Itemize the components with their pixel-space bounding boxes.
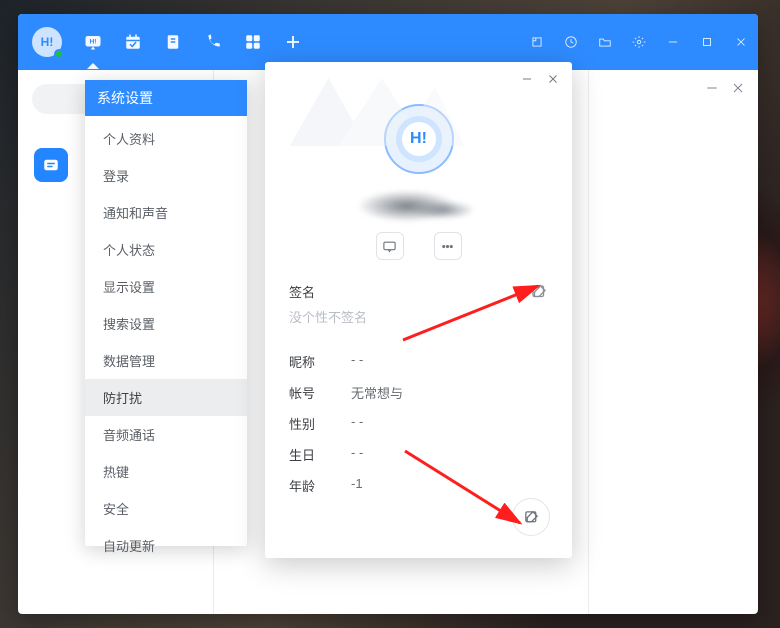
min-icon[interactable]: [666, 35, 680, 49]
field-key: 性别: [289, 414, 351, 433]
settings-item-1[interactable]: 登录: [85, 157, 247, 194]
apps-icon[interactable]: [244, 33, 262, 51]
avatar-logo: H!: [402, 122, 436, 156]
profile-modal: H! 签名 没个性不签名 昵称- -帐号无常想与性别- -生日- -年龄-1: [265, 62, 572, 558]
field-value: - -: [351, 445, 363, 464]
settings-item-9[interactable]: 热键: [85, 453, 247, 490]
profile-field-1: 帐号无常想与: [289, 383, 548, 402]
profile-name-blurred: [359, 186, 479, 226]
plus-icon[interactable]: [284, 33, 302, 51]
settings-item-11[interactable]: 自动更新: [85, 527, 247, 564]
settings-item-6[interactable]: 数据管理: [85, 342, 247, 379]
svg-text:H!: H!: [89, 39, 96, 46]
settings-item-0[interactable]: 个人资料: [85, 120, 247, 157]
titlebar-right-controls: [530, 35, 748, 49]
avatar-label: H!: [41, 35, 54, 49]
more-button[interactable]: [434, 232, 462, 260]
field-key: 帐号: [289, 383, 351, 402]
settings-title: 系统设置: [85, 80, 247, 116]
settings-item-3[interactable]: 个人状态: [85, 231, 247, 268]
popout-icon[interactable]: [530, 35, 544, 49]
message-button[interactable]: [376, 232, 404, 260]
settings-panel: 系统设置 个人资料登录通知和声音个人状态显示设置搜索设置数据管理防打扰音频通话热…: [85, 80, 247, 546]
folder-icon[interactable]: [598, 35, 612, 49]
conversation-sidebar: [588, 70, 758, 614]
conversation-header-controls: [589, 70, 758, 106]
settings-item-10[interactable]: 安全: [85, 490, 247, 527]
signature-placeholder: 没个性不签名: [289, 307, 548, 326]
settings-item-5[interactable]: 搜索设置: [85, 305, 247, 342]
settings-item-4[interactable]: 显示设置: [85, 268, 247, 305]
signature-label: 签名: [289, 282, 315, 301]
field-value: -1: [351, 476, 363, 495]
pane-min-icon[interactable]: [704, 80, 720, 96]
field-key: 昵称: [289, 352, 351, 371]
doc-icon[interactable]: [164, 33, 182, 51]
calendar-icon[interactable]: [124, 33, 142, 51]
profile-field-2: 性别- -: [289, 414, 548, 433]
max-icon[interactable]: [700, 35, 714, 49]
field-value: 无常想与: [351, 383, 403, 402]
gear-icon[interactable]: [632, 35, 646, 49]
modal-close-icon[interactable]: [546, 72, 560, 86]
field-value: - -: [351, 352, 363, 371]
field-key: 年龄: [289, 476, 351, 495]
settings-item-8[interactable]: 音频通话: [85, 416, 247, 453]
chat-icon[interactable]: H!: [84, 33, 102, 51]
user-avatar[interactable]: H!: [32, 27, 62, 57]
field-value: - -: [351, 414, 363, 433]
history-icon[interactable]: [564, 35, 578, 49]
profile-fields: 昵称- -帐号无常想与性别- -生日- -年龄-1: [289, 352, 548, 495]
pane-close-icon[interactable]: [730, 80, 746, 96]
profile-field-3: 生日- -: [289, 445, 548, 464]
field-key: 生日: [289, 445, 351, 464]
settings-item-7[interactable]: 防打扰: [85, 379, 247, 416]
modal-min-icon[interactable]: [520, 72, 534, 86]
profile-field-4: 年龄-1: [289, 476, 548, 495]
profile-body: 签名 没个性不签名 昵称- -帐号无常想与性别- -生日- -年龄-1: [265, 260, 572, 495]
presence-dot: [54, 49, 64, 59]
edit-profile-fab[interactable]: [512, 498, 550, 536]
edit-signature-button[interactable]: [530, 283, 548, 301]
settings-item-2[interactable]: 通知和声音: [85, 194, 247, 231]
settings-list: 个人资料登录通知和声音个人状态显示设置搜索设置数据管理防打扰音频通话热键安全自动…: [85, 116, 247, 568]
close-icon[interactable]: [734, 35, 748, 49]
profile-field-0: 昵称- -: [289, 352, 548, 371]
channel-badge-icon: [34, 148, 68, 182]
phone-icon[interactable]: [204, 33, 222, 51]
profile-action-row: [265, 232, 572, 260]
